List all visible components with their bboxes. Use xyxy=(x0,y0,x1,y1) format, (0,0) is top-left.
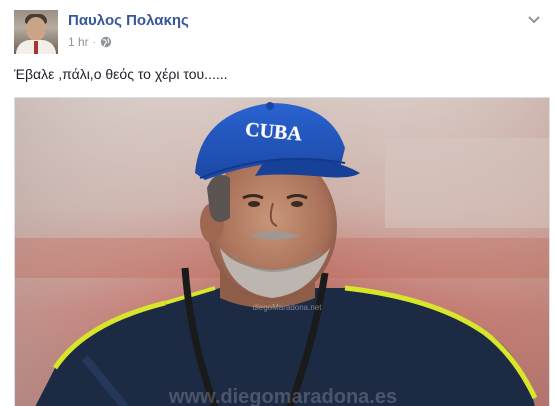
photo-illustration: CUBA diegoMaradona.net www.diegomaradona… xyxy=(15,98,549,406)
globe-icon[interactable] xyxy=(100,36,112,48)
post-photo[interactable]: CUBA diegoMaradona.net www.diegomaradona… xyxy=(14,97,550,406)
meta-separator: · xyxy=(92,36,97,48)
post-meta: 1 hr · xyxy=(68,35,112,49)
post-text: Έβαλε ,πάλι,ο θεός το χέρι του...... xyxy=(14,66,228,82)
author-name[interactable]: Παυλος Πολακης xyxy=(68,12,189,29)
chevron-down-icon[interactable] xyxy=(527,14,541,24)
facebook-post: Παυλος Πολακης 1 hr · Έβαλε ,πάλι,ο θεός… xyxy=(0,0,555,406)
avatar[interactable] xyxy=(14,10,58,54)
photo-bottom-watermark: www.diegomaradona.es xyxy=(168,386,397,406)
photo-watermark: diegoMaradona.net xyxy=(253,303,323,312)
post-timestamp[interactable]: 1 hr xyxy=(68,35,89,49)
